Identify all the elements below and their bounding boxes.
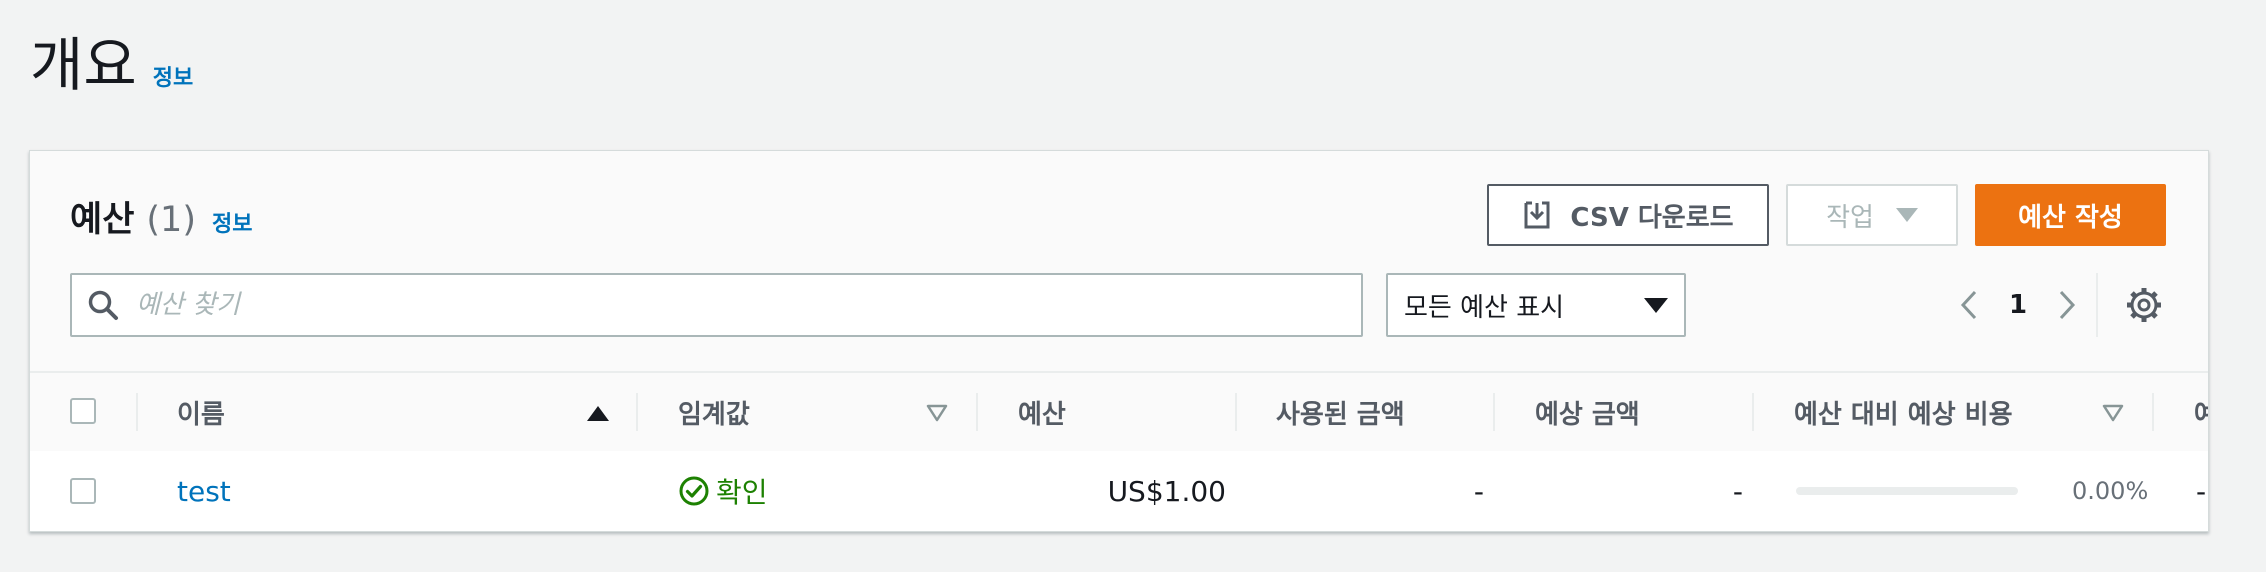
column-separator <box>636 393 638 431</box>
column-separator <box>1752 393 1754 431</box>
info-link[interactable]: 정보 <box>153 60 193 92</box>
caret-down-icon <box>1644 297 1668 313</box>
status-badge: 확인 <box>716 476 768 509</box>
cell-amount-used: - <box>1474 451 1484 531</box>
cell-name: test <box>177 451 231 531</box>
csv-download-label: CSV 다운로드 <box>1570 202 1734 233</box>
column-header-name[interactable]: 이름 <box>177 373 225 451</box>
sort-icon[interactable] <box>2102 404 2124 422</box>
search-field[interactable] <box>70 273 1363 337</box>
chevron-left-icon[interactable] <box>1950 285 1990 325</box>
current-page-number[interactable]: 1 <box>1990 290 2046 320</box>
page-title: 개요 <box>30 31 137 99</box>
actions-dropdown[interactable]: 작업 <box>1786 184 1958 246</box>
cell-forecasted-amount: - <box>1733 451 1743 531</box>
column-label: 예산 <box>1018 399 1066 430</box>
column-header-threshold[interactable]: 임계값 <box>678 373 750 451</box>
actions-label: 작업 <box>1826 202 1874 233</box>
forecast-progress-bar <box>1796 487 2018 495</box>
column-header-amount-used: 사용된 금액 <box>1276 373 1405 451</box>
gear-icon[interactable] <box>2124 285 2164 325</box>
search-input[interactable] <box>134 289 1338 321</box>
table-title-text: 예산 <box>70 200 135 240</box>
column-separator <box>136 393 138 431</box>
column-label: 이름 <box>177 399 225 430</box>
sort-icon[interactable] <box>926 404 948 422</box>
table-title: 예산 (1) 정보 <box>70 191 252 242</box>
budget-filter-select[interactable]: 모든 예산 표시 <box>1386 273 1686 337</box>
budget-amount: US$1.00 <box>1107 474 1226 508</box>
column-separator <box>1493 393 1495 431</box>
check-circle-icon <box>679 476 709 506</box>
table-header-row: 이름 임계값 예산 사용된 금액 예상 금액 예산 대비 예상 비용 예 <box>30 371 2208 453</box>
download-icon <box>1524 201 1550 229</box>
create-budget-button[interactable]: 예산 작성 <box>1975 184 2166 246</box>
column-label: 예산 대비 예상 비용 <box>1794 399 2013 430</box>
table-count: (1) <box>146 200 196 240</box>
create-budget-label: 예산 작성 <box>2018 202 2123 233</box>
column-separator <box>2152 393 2154 431</box>
column-label: 예 <box>2194 394 2208 431</box>
pagination: 1 <box>1950 273 2086 337</box>
truncated-value: - <box>2196 474 2207 508</box>
column-separator <box>1235 393 1237 431</box>
cell-forecast-vs-budget: 0.00% <box>2072 451 2148 531</box>
csv-download-button[interactable]: CSV 다운로드 <box>1487 184 1769 246</box>
cell-threshold: 확인 <box>678 451 768 531</box>
column-header-budget: 예산 <box>1018 373 1066 451</box>
amount-used: - <box>1473 474 1484 508</box>
column-header-truncated: 예 <box>2194 373 2208 451</box>
select-all-checkbox[interactable] <box>70 398 96 424</box>
column-header-forecasted-amount: 예상 금액 <box>1535 373 1640 451</box>
column-label: 사용된 금액 <box>1276 399 1405 430</box>
column-header-forecast-vs-budget[interactable]: 예산 대비 예상 비용 <box>1794 373 2013 451</box>
chevron-right-icon[interactable] <box>2046 285 2086 325</box>
cell-budget: US$1.00 <box>1108 451 1226 531</box>
sort-ascending-icon[interactable] <box>587 406 609 421</box>
cell-truncated: - <box>2196 451 2206 531</box>
budget-filter-value: 모든 예산 표시 <box>1404 292 1565 323</box>
table-info-link[interactable]: 정보 <box>212 206 252 238</box>
budgets-table-container: 예산 (1) 정보 CSV 다운로드 작업 예산 작성 모든 예산 표시 1 <box>29 150 2209 532</box>
column-label: 예상 금액 <box>1535 399 1640 430</box>
search-icon <box>88 290 118 320</box>
caret-down-icon <box>1895 208 1918 222</box>
row-checkbox[interactable] <box>70 478 96 504</box>
column-separator <box>976 393 978 431</box>
forecasted-amount: - <box>1732 474 1743 508</box>
forecast-percent: 0.00% <box>2072 477 2149 505</box>
page-header: 개요 정보 <box>30 30 193 100</box>
table-row: test 확인 US$1.00 - - 0.00% - <box>30 451 2208 531</box>
pagination-divider <box>2096 273 2098 337</box>
budget-name-link[interactable]: test <box>177 475 231 508</box>
column-label: 임계값 <box>678 399 750 430</box>
